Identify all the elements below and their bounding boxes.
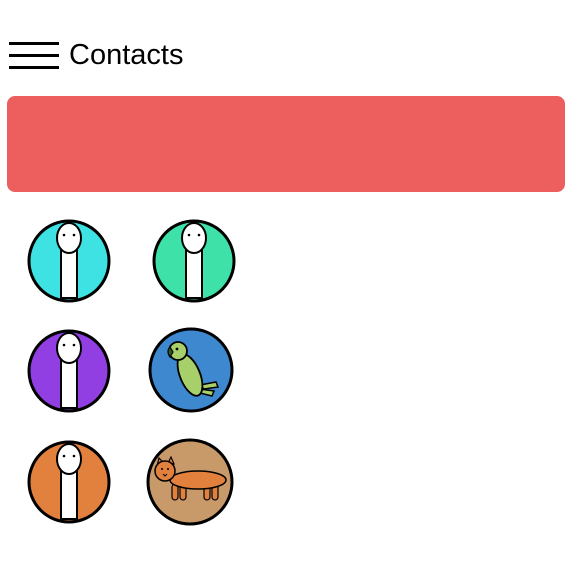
person-icon	[27, 440, 111, 524]
hamburger-menu-icon[interactable]	[9, 42, 59, 70]
contact-avatar-person[interactable]	[26, 328, 112, 414]
contact-avatar-cat[interactable]	[146, 438, 234, 526]
cat-icon	[146, 438, 234, 526]
page-title: Contacts	[69, 39, 184, 71]
person-icon	[152, 219, 236, 303]
contact-avatar-person[interactable]	[26, 218, 112, 304]
contact-avatar-person[interactable]	[151, 218, 237, 304]
parrot-icon	[148, 327, 234, 413]
contact-avatar-person[interactable]	[26, 439, 112, 525]
banner	[7, 96, 565, 192]
top-bar: Contacts	[0, 30, 576, 80]
person-icon	[27, 329, 111, 413]
contact-avatar-parrot[interactable]	[148, 327, 234, 413]
person-icon	[27, 219, 111, 303]
